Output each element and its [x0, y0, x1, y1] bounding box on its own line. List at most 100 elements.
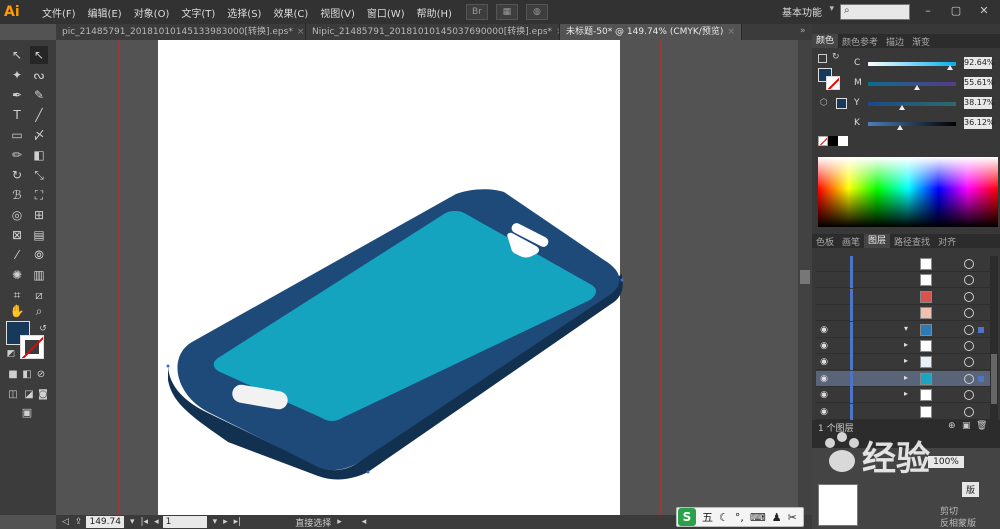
channel-value-field[interactable]: 36.12% — [964, 117, 995, 129]
color-slider-thumb[interactable] — [946, 65, 953, 70]
search-input[interactable]: ⌕ — [840, 4, 910, 20]
tools-icon[interactable]: ✂ — [788, 511, 797, 524]
color-slider-track[interactable] — [868, 122, 956, 126]
target-icon[interactable] — [964, 406, 974, 417]
zoom-dropdown-icon[interactable]: ▾ — [130, 517, 135, 527]
panel-tab[interactable]: 颜色 — [812, 34, 839, 48]
eye-icon[interactable]: ◉ — [818, 373, 830, 385]
menu-item[interactable]: 窗口(W) — [361, 5, 411, 20]
page-dropdown-icon[interactable]: ▾ — [213, 517, 218, 527]
target-icon[interactable] — [964, 390, 974, 401]
fill-stroke-mini-icon[interactable] — [818, 54, 827, 63]
keyboard-icon[interactable]: ⌨ — [750, 511, 766, 524]
gamut-swatch[interactable] — [836, 98, 847, 109]
panel-tab[interactable]: 图层 — [864, 234, 891, 248]
magic-wand-tool-icon[interactable]: ✦ — [8, 66, 26, 84]
menu-item[interactable]: 对象(O) — [128, 5, 176, 20]
arrange-documents-icon[interactable]: ▦ — [495, 4, 518, 20]
free-transform-tool-icon[interactable]: ⛶ — [30, 186, 48, 204]
prev-page-icon[interactable]: ◂ — [154, 517, 159, 527]
scroll-thumb[interactable] — [800, 270, 810, 284]
zoom-tool-icon[interactable]: ⌕ — [30, 302, 48, 320]
symbol-sprayer-tool-icon[interactable]: ✺ — [8, 266, 26, 284]
vertical-scrollbar[interactable] — [798, 40, 812, 515]
color-slider-track[interactable] — [868, 62, 956, 66]
maximize-button[interactable]: ▢ — [946, 2, 966, 20]
perspective-grid-tool-icon[interactable]: ⊞ — [30, 206, 48, 224]
swap-fill-stroke-icon[interactable]: ↺ — [34, 320, 52, 338]
paintbrush-tool-icon[interactable]: 〆 — [30, 126, 48, 144]
delete-layer-icon[interactable]: 🗑 — [976, 421, 987, 431]
expand-arrow-icon[interactable]: ▾ — [904, 324, 908, 333]
artboard-nav-icon[interactable]: ◁ — [62, 517, 69, 527]
pen-tool-icon[interactable]: ✒ — [8, 86, 26, 104]
status-menu-icon[interactable]: ▸ — [337, 517, 342, 527]
ime-logo[interactable]: S — [678, 508, 696, 526]
expand-arrow-icon[interactable]: ▸ — [904, 373, 908, 382]
screen-mode-icon[interactable]: ▣ — [18, 404, 36, 422]
target-icon[interactable] — [964, 291, 974, 302]
close-tab-icon[interactable]: × — [727, 27, 735, 37]
target-icon[interactable] — [964, 341, 974, 351]
stroke-color-swatch[interactable] — [20, 335, 44, 359]
minimize-button[interactable]: – — [918, 2, 938, 20]
draw-inside-icon[interactable]: ◙ — [34, 386, 52, 404]
selection-tool-icon[interactable]: ↖ — [8, 46, 26, 64]
type-tool-icon[interactable]: T — [8, 106, 26, 124]
target-icon[interactable] — [964, 275, 974, 286]
gpu-preview-icon[interactable]: ◍ — [525, 4, 548, 20]
direct-selection-tool-icon[interactable]: ↖ — [30, 46, 48, 64]
tabs-overflow-icon[interactable]: » — [800, 26, 806, 36]
page-field[interactable]: 1 — [162, 516, 207, 528]
document-tab[interactable]: Nipic_21485791_20181010145037690000[转换].… — [306, 24, 560, 40]
ime-mode[interactable]: 五 — [702, 509, 713, 525]
menu-item[interactable]: 视图(V) — [314, 5, 361, 20]
new-sublayer-icon[interactable]: ⊕ — [948, 421, 956, 431]
eye-icon[interactable]: ◉ — [818, 324, 830, 336]
panel-tab[interactable]: 色板 — [812, 235, 838, 248]
layer-row[interactable] — [816, 288, 990, 305]
workspace-switcher[interactable]: 基本功能 — [782, 4, 822, 19]
target-icon[interactable] — [964, 259, 974, 269]
rotate-tool-icon[interactable]: ↻ — [8, 166, 26, 184]
black-swatch[interactable] — [828, 136, 838, 146]
layer-row[interactable]: ◉ ▸ — [816, 387, 990, 404]
selection-indicator[interactable] — [978, 375, 984, 382]
menu-item[interactable]: 选择(S) — [221, 5, 267, 20]
layer-row[interactable] — [816, 272, 990, 289]
eraser-tool-icon[interactable]: ◧ — [30, 146, 48, 164]
warp-tool-icon[interactable]: ℬ — [8, 186, 26, 204]
next-page-icon[interactable]: ▸ — [223, 517, 228, 527]
target-icon[interactable] — [964, 308, 974, 319]
target-icon[interactable] — [964, 373, 974, 384]
moon-icon[interactable]: ☾ — [719, 511, 729, 524]
channel-value-field[interactable]: 55.61% — [964, 77, 995, 89]
expand-arrow-icon[interactable]: ▸ — [904, 356, 908, 365]
layer-row[interactable]: ◉ — [816, 403, 990, 420]
menu-item[interactable]: 文字(T) — [175, 5, 221, 20]
h-scroll-left-icon[interactable]: ◂ — [362, 517, 367, 527]
zoom-field[interactable]: 149.74 — [86, 516, 124, 528]
panel-tab[interactable]: 渐变 — [908, 35, 934, 48]
color-spectrum[interactable] — [818, 157, 998, 227]
new-layer-icon[interactable]: ▣ — [962, 421, 971, 431]
navigator-preview[interactable] — [818, 484, 858, 526]
layers-scroll-thumb[interactable] — [991, 354, 997, 404]
mesh-tool-icon[interactable]: ⊠ — [8, 226, 26, 244]
lasso-tool-icon[interactable]: ᔓ — [30, 66, 48, 84]
none-mode-icon[interactable]: ⊘ — [32, 366, 50, 384]
canvas-area[interactable] — [56, 40, 812, 515]
color-slider-track[interactable] — [868, 82, 956, 86]
panel-tab[interactable]: 对齐 — [934, 235, 960, 248]
export-icon[interactable]: ⇪ — [75, 517, 83, 527]
color-slider-thumb[interactable] — [898, 105, 905, 110]
column-graph-tool-icon[interactable]: ▥ — [30, 266, 48, 284]
layer-row[interactable]: ◉ ▸ — [816, 354, 990, 371]
gradient-tool-icon[interactable]: ▤ — [30, 226, 48, 244]
eye-icon[interactable]: ◉ — [818, 340, 830, 352]
layer-row[interactable] — [816, 256, 990, 272]
curvature-tool-icon[interactable]: ✎ — [30, 86, 48, 104]
close-tab-icon[interactable]: × — [297, 27, 305, 37]
layers-scrollbar[interactable] — [990, 256, 998, 420]
panel-tab[interactable]: 路径查找 — [890, 235, 934, 248]
